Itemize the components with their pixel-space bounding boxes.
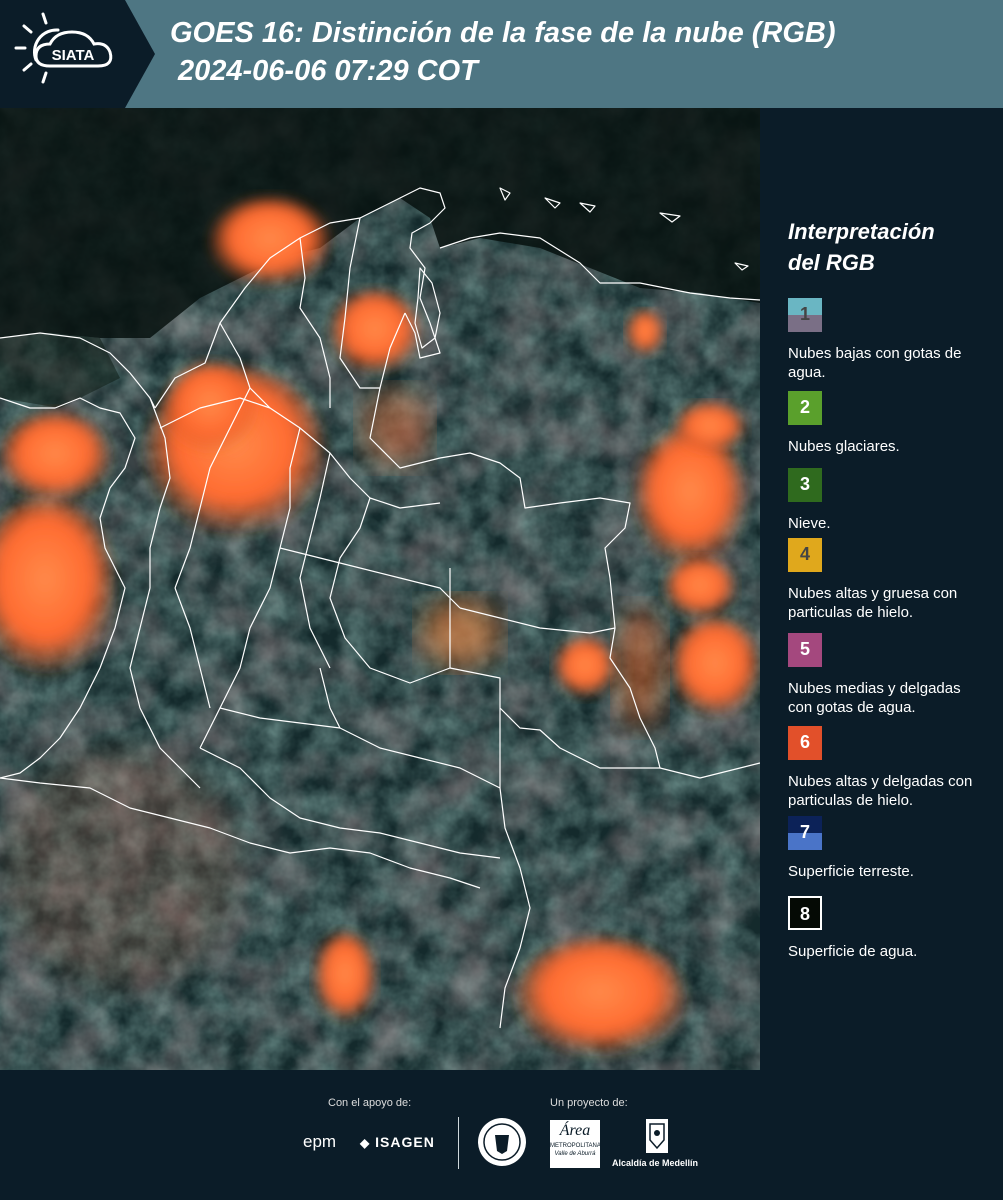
legend-label: Nubes medias y delgadas con gotas de agu… xyxy=(788,680,961,716)
area-metro-sub2: Valle de Aburrá xyxy=(554,1151,596,1157)
legend-title-line-2: del RGB xyxy=(788,250,875,275)
legend-title: Interpretación del RGB xyxy=(788,216,935,278)
legend-number: 5 xyxy=(799,639,810,659)
logo-text: SIATA xyxy=(52,47,95,64)
title-line-2: 2024-06-06 07:29 COT xyxy=(178,55,478,87)
legend-number: 6 xyxy=(799,732,810,752)
map-svg xyxy=(0,108,760,1070)
legend-label: Nubes altas y gruesa con particulas de h… xyxy=(788,585,958,621)
page-title: GOES 16: Distinción de la fase de la nub… xyxy=(170,14,836,90)
legend-swatch-8: 8 xyxy=(788,896,822,930)
title-line-1: GOES 16: Distinción de la fase de la nub… xyxy=(170,17,836,49)
isagen-icon: ◆ xyxy=(360,1136,371,1150)
legend-swatch-1: 1 xyxy=(788,298,822,332)
legend-label: Superficie terreste. xyxy=(788,863,914,880)
legend-title-line-1: Interpretación xyxy=(788,219,935,244)
footer-divider xyxy=(458,1117,459,1169)
project-label: Un proyecto de: xyxy=(550,1097,628,1109)
alcaldia-text: Alcaldía de Medellín xyxy=(612,1158,699,1168)
header-bar: SIATA GOES 16: Distinción de la fase de … xyxy=(0,0,1003,108)
alcaldia-shield-icon xyxy=(646,1119,668,1153)
legend-swatch-4: 4 xyxy=(788,538,822,572)
isagen-logo: ◆ ISAGEN xyxy=(360,1134,435,1150)
universidad-seal-icon xyxy=(478,1118,526,1166)
legend-swatch-5: 5 xyxy=(788,633,822,667)
legend-label: Nieve. xyxy=(788,515,831,532)
legend-number: 4 xyxy=(799,544,810,564)
area-metro-text: Área xyxy=(559,1122,591,1139)
legend-number: 8 xyxy=(799,904,810,924)
legend-label: Nubes bajas con gotas de agua. xyxy=(788,345,962,381)
legend-label: Nubes altas y delgadas con particulas de… xyxy=(788,773,973,809)
legend-swatch-7: 7 xyxy=(788,816,822,850)
siata-logo: SIATA xyxy=(0,0,155,108)
area-metropolitana-logo: Área METROPOLITANA Valle de Aburrá xyxy=(550,1120,601,1168)
legend-number: 7 xyxy=(799,822,810,842)
legend-label: Nubes glaciares. xyxy=(788,438,900,455)
legend-swatch-6: 6 xyxy=(788,726,822,760)
legend-panel: Interpretación del RGB 1 Nubes bajas con … xyxy=(760,108,1003,1070)
footer: Con el apoyo de: Un proyecto de: epm ◆ I… xyxy=(0,1070,1003,1200)
legend-label: Superficie de agua. xyxy=(788,943,918,960)
legend-swatch-3: 3 xyxy=(788,468,822,502)
legend-swatch-2: 2 xyxy=(788,391,822,425)
legend-number: 1 xyxy=(799,304,810,324)
epm-text: epm xyxy=(303,1132,337,1151)
satellite-map xyxy=(0,108,760,1070)
legend-number: 3 xyxy=(799,474,810,494)
area-metro-sub: METROPOLITANA xyxy=(550,1143,601,1149)
support-label: Con el apoyo de: xyxy=(328,1097,412,1109)
epm-logo: epm xyxy=(303,1132,336,1152)
isagen-text: ISAGEN xyxy=(375,1134,435,1150)
legend-number: 2 xyxy=(799,397,810,417)
